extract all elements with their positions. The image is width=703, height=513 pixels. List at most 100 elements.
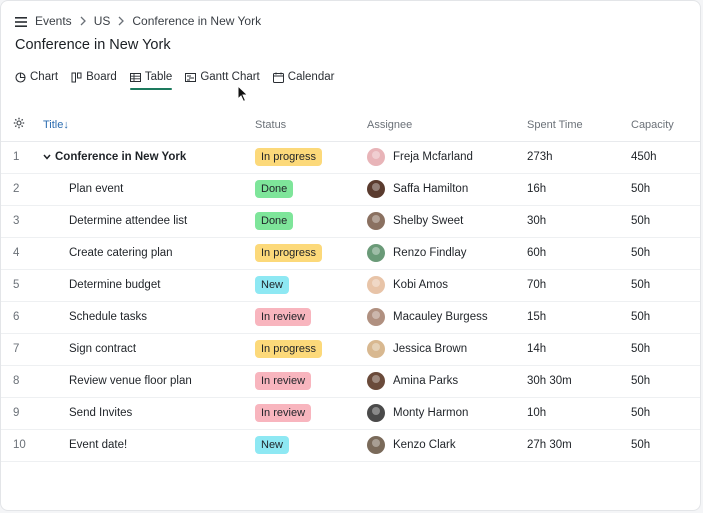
row-status[interactable]: In progress: [255, 141, 367, 174]
table-row[interactable]: 1 Conference in New York In progress Freja …: [1, 141, 700, 174]
view-tab-board[interactable]: Board: [71, 67, 117, 87]
page-title: Conference in New York: [15, 37, 171, 53]
row-status[interactable]: New: [255, 269, 367, 302]
row-assignee[interactable]: Monty Harmon: [367, 397, 527, 430]
assignee-name: Renzo Findlay: [393, 247, 467, 259]
column-header-status[interactable]: Status: [255, 109, 367, 142]
row-capacity: 50h: [631, 173, 700, 206]
row-title[interactable]: Schedule tasks: [43, 301, 255, 334]
row-title[interactable]: Determine budget: [43, 269, 255, 302]
row-title-text: Schedule tasks: [69, 311, 147, 323]
table-row[interactable]: 5 Determine budget New Kobi Amos 70h 50h: [1, 269, 700, 302]
row-title[interactable]: Conference in New York: [43, 141, 255, 174]
breadcrumb-item-us[interactable]: US: [94, 14, 111, 28]
chevron-down-icon[interactable]: [43, 153, 51, 161]
table-row[interactable]: 7 Sign contract In progress Jessica Brown 14…: [1, 333, 700, 366]
status-badge[interactable]: In progress: [255, 244, 323, 262]
table-row[interactable]: 2 Plan event Done Saffa Hamilton 16h 50h: [1, 173, 700, 206]
row-status[interactable]: In review: [255, 301, 367, 334]
row-title-text: Create catering plan: [69, 247, 173, 259]
table-row[interactable]: 10 Event date! New Kenzo Clark 27h 30m 50h: [1, 429, 700, 462]
breadcrumb-item-events[interactable]: Events: [35, 14, 72, 28]
column-settings[interactable]: [1, 109, 43, 142]
status-badge[interactable]: New: [255, 276, 290, 294]
row-spent-time: 273h: [527, 141, 631, 174]
row-capacity: 50h: [631, 429, 700, 462]
row-spent-time: 10h: [527, 397, 631, 430]
row-status[interactable]: In review: [255, 397, 367, 430]
assignee-name: Macauley Burgess: [393, 311, 488, 323]
row-title-text: Conference in New York: [55, 151, 187, 163]
view-tab-calendar[interactable]: Calendar: [272, 67, 334, 87]
table-row[interactable]: 8 Review venue floor plan In review Amina P…: [1, 365, 700, 398]
table-row[interactable]: 3 Determine attendee list Done Shelby Sweet…: [1, 205, 700, 238]
column-header-capacity[interactable]: Capacity: [631, 109, 700, 142]
board-icon: [71, 72, 82, 82]
gear-icon[interactable]: [13, 117, 25, 129]
row-title[interactable]: Create catering plan: [43, 237, 255, 270]
avatar: [367, 436, 385, 454]
row-assignee[interactable]: Renzo Findlay: [367, 237, 527, 270]
table-row[interactable]: 9 Send Invites In review Monty Harmon 10h 50h: [1, 397, 700, 430]
row-number: 4: [1, 237, 43, 270]
assignee-name: Monty Harmon: [393, 407, 469, 419]
status-badge[interactable]: In progress: [255, 148, 323, 166]
mouse-pointer-icon: [237, 85, 249, 103]
row-capacity: 50h: [631, 397, 700, 430]
status-badge[interactable]: In review: [255, 372, 312, 390]
breadcrumb-item-current[interactable]: Conference in New York: [132, 14, 261, 28]
row-title[interactable]: Send Invites: [43, 397, 255, 430]
row-title-text: Determine attendee list: [69, 215, 188, 227]
view-tab-label: Gantt Chart: [200, 71, 260, 83]
row-assignee[interactable]: Amina Parks: [367, 365, 527, 398]
row-assignee[interactable]: Kenzo Clark: [367, 429, 527, 462]
row-number: 5: [1, 269, 43, 302]
row-title[interactable]: Plan event: [43, 173, 255, 206]
column-header-spent-time[interactable]: Spent Time: [527, 109, 631, 142]
column-header-assignee[interactable]: Assignee: [367, 109, 527, 142]
row-assignee[interactable]: Saffa Hamilton: [367, 173, 527, 206]
row-assignee[interactable]: Freja Mcfarland: [367, 141, 527, 174]
row-status[interactable]: Done: [255, 205, 367, 238]
table-row[interactable]: 6 Schedule tasks In review Macauley Burgess…: [1, 301, 700, 334]
view-tab-gantt-chart[interactable]: Gantt Chart: [185, 67, 260, 87]
row-assignee[interactable]: Macauley Burgess: [367, 301, 527, 334]
status-badge[interactable]: In review: [255, 308, 312, 326]
row-status[interactable]: In progress: [255, 237, 367, 270]
row-status[interactable]: In progress: [255, 333, 367, 366]
assignee-name: Shelby Sweet: [393, 215, 464, 227]
view-tab-table[interactable]: Table: [129, 67, 172, 90]
row-spent-time: 14h: [527, 333, 631, 366]
row-number: 3: [1, 205, 43, 238]
assignee-name: Kenzo Clark: [393, 439, 456, 451]
app-window: Events US Conference in New York Confere…: [0, 0, 701, 511]
row-status[interactable]: Done: [255, 173, 367, 206]
row-title[interactable]: Sign contract: [43, 333, 255, 366]
status-badge[interactable]: In review: [255, 404, 312, 422]
row-title[interactable]: Event date!: [43, 429, 255, 462]
row-assignee[interactable]: Kobi Amos: [367, 269, 527, 302]
table-row[interactable]: 4 Create catering plan In progress Renzo Fi…: [1, 237, 700, 270]
menu-icon[interactable]: [15, 16, 27, 27]
breadcrumb: Events US Conference in New York: [15, 13, 261, 29]
status-badge[interactable]: Done: [255, 212, 294, 230]
status-badge[interactable]: In progress: [255, 340, 323, 358]
row-status[interactable]: New: [255, 429, 367, 462]
row-capacity: 450h: [631, 141, 700, 174]
row-title[interactable]: Review venue floor plan: [43, 365, 255, 398]
row-status[interactable]: In review: [255, 365, 367, 398]
row-spent-time: 16h: [527, 173, 631, 206]
status-badge[interactable]: Done: [255, 180, 294, 198]
column-header-title[interactable]: Title↓: [43, 109, 255, 142]
status-badge[interactable]: New: [255, 436, 290, 454]
view-tab-chart[interactable]: Chart: [15, 67, 58, 87]
row-assignee[interactable]: Shelby Sweet: [367, 205, 527, 238]
tasks-table: Title↓ Status Assignee Spent Time Capaci…: [1, 109, 700, 462]
view-switcher: Chart Board Table Gantt Chart Calendar: [15, 67, 347, 90]
row-title-text: Plan event: [69, 183, 124, 195]
row-assignee[interactable]: Jessica Brown: [367, 333, 527, 366]
assignee-name: Amina Parks: [393, 375, 459, 387]
row-title-text: Review venue floor plan: [69, 375, 192, 387]
avatar: [367, 212, 385, 230]
row-title[interactable]: Determine attendee list: [43, 205, 255, 238]
